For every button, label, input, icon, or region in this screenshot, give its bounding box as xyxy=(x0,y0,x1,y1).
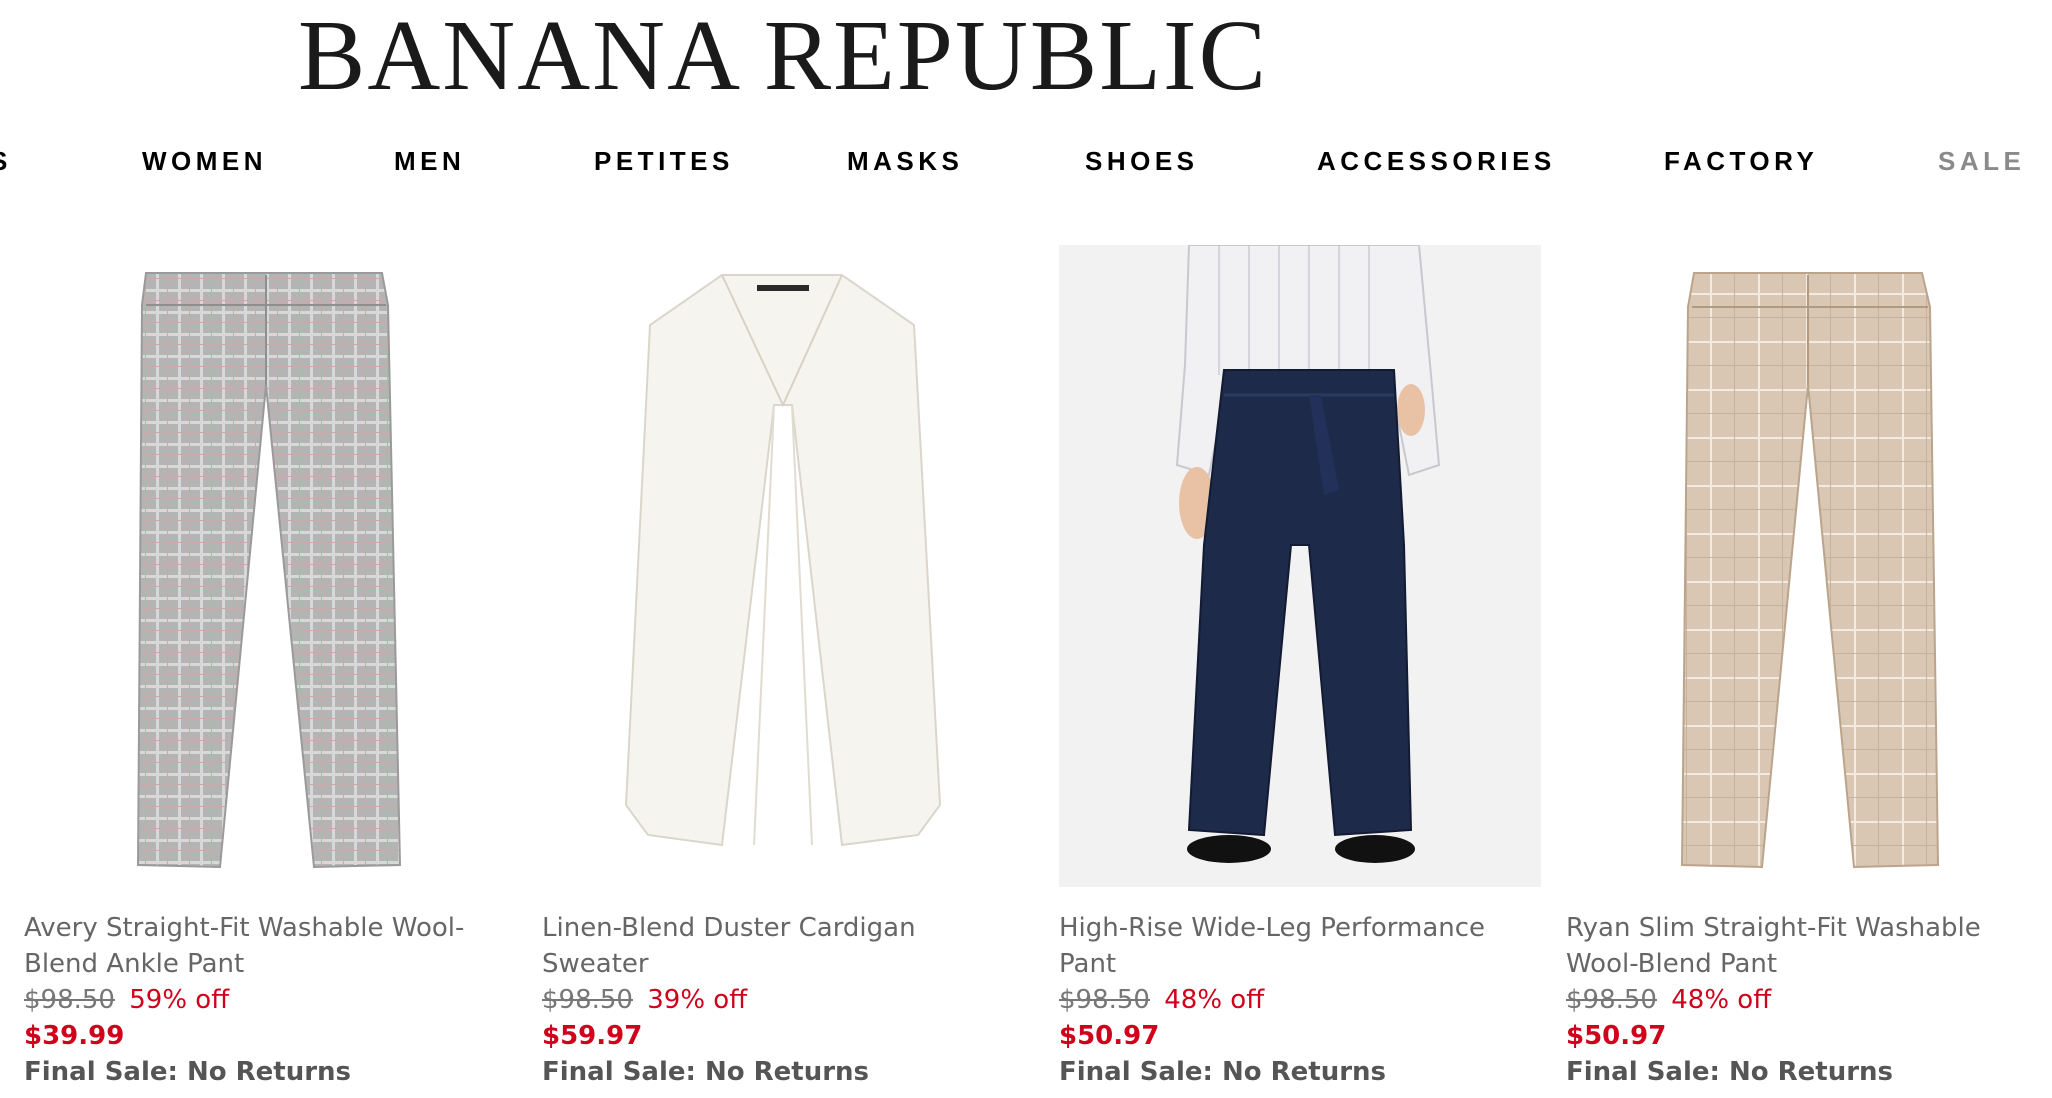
final-sale-note: Final Sale: No Returns xyxy=(1059,1057,1387,1087)
product-card[interactable]: Avery Straight-Fit Washable Wool-Blend A… xyxy=(24,245,510,1087)
final-sale-note: Final Sale: No Returns xyxy=(542,1057,870,1087)
nav-item-partial[interactable]: S xyxy=(0,146,12,176)
original-price: $98.50 xyxy=(1566,985,1657,1015)
product-info: High-Rise Wide-Leg Performance Pant $98.… xyxy=(1059,910,1545,1090)
nav-item-men[interactable]: MEN xyxy=(394,146,465,176)
product-image-white-cardigan[interactable] xyxy=(542,245,1024,887)
price-row: $98.50 48% off xyxy=(1566,982,2052,1018)
product-name[interactable]: Linen-Blend Duster Cardigan Sweater xyxy=(542,910,1028,982)
final-sale-note: Final Sale: No Returns xyxy=(1566,1057,1894,1087)
discount-percent: 48% off xyxy=(1164,985,1265,1015)
navy-pant-model-icon xyxy=(1175,245,1441,863)
product-name[interactable]: Ryan Slim Straight-Fit Washable Wool-Ble… xyxy=(1566,910,2052,982)
final-sale-note: Final Sale: No Returns xyxy=(24,1057,352,1087)
sale-price: $59.97 xyxy=(542,1021,643,1051)
discount-percent: 39% off xyxy=(647,985,748,1015)
original-price: $98.50 xyxy=(542,985,633,1015)
product-image-beige-plaid-pant[interactable] xyxy=(1566,245,2048,887)
sale-price: $50.97 xyxy=(1059,1021,1160,1051)
original-price: $98.50 xyxy=(1059,985,1150,1015)
original-price: $98.50 xyxy=(24,985,115,1015)
discount-percent: 48% off xyxy=(1671,985,1772,1015)
beige-plaid-pant-icon xyxy=(1680,272,1940,869)
sale-price: $50.97 xyxy=(1566,1021,1667,1051)
product-card[interactable]: Linen-Blend Duster Cardigan Sweater $98.… xyxy=(542,245,1028,1087)
product-info: Avery Straight-Fit Washable Wool-Blend A… xyxy=(24,910,510,1090)
nav-item-accessories[interactable]: ACCESSORIES xyxy=(1317,146,1556,176)
product-image-navy-wide-leg-pant[interactable] xyxy=(1059,245,1541,887)
product-info: Ryan Slim Straight-Fit Washable Wool-Ble… xyxy=(1566,910,2052,1090)
main-nav: S WOMEN MEN PETITES MASKS SHOES ACCESSOR… xyxy=(0,146,2052,176)
nav-item-sale[interactable]: SALE xyxy=(1938,146,2025,176)
brand-logo[interactable]: BANANA REPUBLIC xyxy=(298,0,1268,110)
price-row: $98.50 59% off xyxy=(24,982,510,1018)
nav-item-women[interactable]: WOMEN xyxy=(142,146,267,176)
nav-item-shoes[interactable]: SHOES xyxy=(1085,146,1199,176)
white-cardigan-icon xyxy=(624,274,942,847)
nav-item-masks[interactable]: MASKS xyxy=(847,146,963,176)
grey-plaid-pant-icon xyxy=(136,272,402,869)
product-info: Linen-Blend Duster Cardigan Sweater $98.… xyxy=(542,910,1028,1090)
nav-item-factory[interactable]: FACTORY xyxy=(1664,146,1818,176)
price-row: $98.50 39% off xyxy=(542,982,1028,1018)
product-name[interactable]: High-Rise Wide-Leg Performance Pant xyxy=(1059,910,1545,982)
sale-price: $39.99 xyxy=(24,1021,125,1051)
product-name[interactable]: Avery Straight-Fit Washable Wool-Blend A… xyxy=(24,910,510,982)
discount-percent: 59% off xyxy=(129,985,230,1015)
product-card[interactable]: Ryan Slim Straight-Fit Washable Wool-Ble… xyxy=(1566,245,2052,1087)
product-card[interactable]: High-Rise Wide-Leg Performance Pant $98.… xyxy=(1059,245,1545,1087)
nav-item-petites[interactable]: PETITES xyxy=(594,146,734,176)
product-image-grey-plaid-pant[interactable] xyxy=(24,245,506,887)
price-row: $98.50 48% off xyxy=(1059,982,1545,1018)
